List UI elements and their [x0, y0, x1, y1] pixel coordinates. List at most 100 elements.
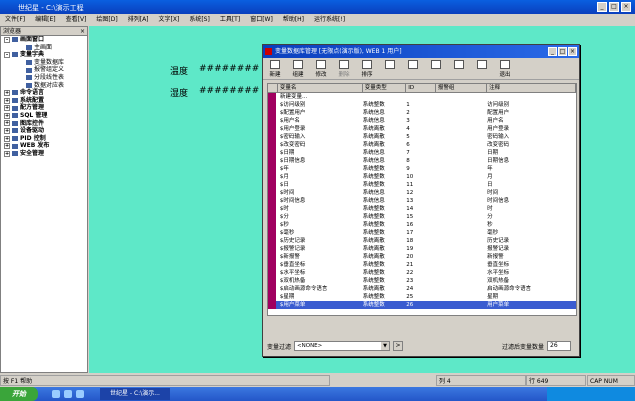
menu-item[interactable]: 绘图[D] [91, 14, 122, 25]
toolbar-button[interactable] [449, 60, 469, 70]
dialog-minimize-button[interactable]: _ [548, 47, 557, 56]
expand-toggle-icon[interactable]: + [4, 89, 10, 96]
expand-toggle-icon[interactable]: - [4, 36, 10, 43]
toolbar-button[interactable] [426, 60, 446, 70]
table-row[interactable]: $日 系统整数 11 日 [268, 181, 576, 189]
menu-item[interactable]: 运行系统[!] [309, 14, 350, 25]
expand-toggle-icon[interactable]: + [4, 105, 10, 112]
toolbar-button[interactable] [472, 60, 492, 70]
toolbar-button[interactable] [403, 60, 423, 70]
column-header[interactable]: 变量名 [278, 84, 363, 92]
expand-toggle-icon[interactable]: + [4, 120, 10, 127]
minimize-button[interactable]: _ [597, 2, 607, 12]
table-row[interactable]: $密码输入 系统离散 5 密码输入 [268, 133, 576, 141]
tree-item[interactable]: + 设备驱动 [1, 127, 87, 135]
maximize-button[interactable]: □ [609, 2, 619, 12]
desktop-icon[interactable] [64, 390, 72, 398]
table-row[interactable]: $时 系统整数 14 时 [268, 205, 576, 213]
column-header[interactable]: 变量类型 [363, 84, 407, 92]
media-icon[interactable] [76, 390, 84, 398]
table-row[interactable]: $时间 系统信息 12 时间 [268, 189, 576, 197]
table-row[interactable]: $用户登录 系统离散 4 用户登录 [268, 125, 576, 133]
expand-toggle-icon[interactable]: + [4, 135, 10, 142]
tree-item[interactable]: + 配方管理 [1, 104, 87, 112]
expand-toggle-icon[interactable]: + [4, 150, 10, 157]
table-row[interactable]: $年 系统整数 9 年 [268, 165, 576, 173]
table-row[interactable]: $分 系统整数 15 分 [268, 213, 576, 221]
tree-item[interactable]: 报警组定义 [1, 66, 87, 74]
tree-item[interactable]: 分段线性表 [1, 74, 87, 82]
table-row[interactable]: $启动画源命令语言 系统离散 24 启动画源命令语言 [268, 285, 576, 293]
menu-item[interactable]: 文字[X] [154, 14, 185, 25]
chevron-down-icon[interactable]: ▼ [381, 342, 390, 350]
expand-toggle-icon[interactable]: + [4, 143, 10, 150]
menu-item[interactable]: 窗口[W] [245, 14, 278, 25]
column-header[interactable]: 注释 [487, 84, 576, 92]
tree-item[interactable]: 数据对应表 [1, 82, 87, 90]
toolbar-button[interactable]: 新建 [265, 60, 285, 78]
tree-item[interactable]: - 画面窗口 [1, 36, 87, 44]
tree-item[interactable]: - 变量字典 [1, 51, 87, 59]
table-row[interactable]: $用户菜单 系统整数 26 用户菜单 [268, 301, 576, 309]
toolbar-button[interactable]: 排序 [357, 60, 377, 78]
filter-apply-button[interactable]: > [393, 341, 404, 351]
menu-item[interactable]: 帮助[H] [278, 14, 309, 25]
table-row[interactable]: $秒 系统整数 16 秒 [268, 221, 576, 229]
toolbar-button[interactable]: 组建 [288, 60, 308, 78]
table-row[interactable]: $双机热备 系统整数 23 双机热备 [268, 277, 576, 285]
expand-toggle-icon[interactable]: + [4, 127, 10, 134]
menu-item[interactable]: 工具[T] [215, 14, 245, 25]
table-row[interactable]: $改变密码 系统离散 6 改变密码 [268, 141, 576, 149]
taskbar-app-button[interactable]: 世纪星 - C:\演示... [100, 388, 170, 400]
close-button[interactable]: × [621, 2, 631, 12]
table-row[interactable]: $新报警 系统离散 20 新报警 [268, 253, 576, 261]
column-header[interactable]: 报警组 [436, 84, 488, 92]
toolbar-button[interactable]: 删除 [334, 60, 354, 78]
ie-icon[interactable] [52, 390, 60, 398]
window-title: 世纪星 - C:\演示工程 [18, 4, 84, 12]
table-row[interactable]: $月 系统整数 10 月 [268, 173, 576, 181]
menu-item[interactable]: 文件[F] [0, 14, 30, 25]
row-icon [268, 205, 276, 213]
tree-item[interactable]: + 图库控件 [1, 120, 87, 128]
toolbar-button[interactable]: 退出 [495, 60, 515, 78]
expand-toggle-icon[interactable]: - [4, 51, 10, 58]
humidity-value[interactable]: ######## [199, 86, 259, 96]
menu-item[interactable]: 排列[A] [123, 14, 154, 25]
start-button[interactable]: 开始 [0, 387, 38, 401]
new-variable-cell[interactable]: 新建变量... [278, 93, 364, 101]
menu-item[interactable]: 编辑[E] [30, 14, 60, 25]
table-row[interactable]: $毫秒 系统整数 17 毫秒 [268, 229, 576, 237]
table-row[interactable]: $访问级别 系统整数 1 访问级别 [268, 101, 576, 109]
table-row[interactable]: $报警记录 系统离散 19 报警记录 [268, 245, 576, 253]
table-row[interactable]: $配置用户 系统信息 2 配置用户 [268, 109, 576, 117]
tree-item[interactable]: + 安全管理 [1, 150, 87, 158]
table-cell: 12 [406, 190, 414, 196]
toolbar-button[interactable]: 修改 [311, 60, 331, 78]
table-row[interactable]: $水平坐标 系统整数 22 水平坐标 [268, 269, 576, 277]
table-row[interactable]: $星期 系统整数 25 星期 [268, 293, 576, 301]
dialog-close-button[interactable]: × [568, 47, 577, 56]
table-row[interactable]: $历史记录 系统离散 18 历史记录 [268, 237, 576, 245]
tree-item[interactable]: + WEB 发布 [1, 142, 87, 150]
tree-item[interactable]: 主画面 [1, 44, 87, 52]
table-row[interactable]: $日期信息 系统信息 8 日期信息 [268, 157, 576, 165]
table-row[interactable]: $用户名 系统信息 3 用户名 [268, 117, 576, 125]
filter-select[interactable]: <NONE> ▼ [294, 341, 391, 351]
expand-toggle-icon[interactable]: + [4, 97, 10, 104]
expand-toggle-icon[interactable]: + [4, 112, 10, 119]
menu-item[interactable]: 查看[V] [61, 14, 92, 25]
menu-item[interactable]: 系统[S] [184, 14, 215, 25]
dialog-maximize-button[interactable]: □ [558, 47, 567, 56]
tree-item[interactable]: + SQL 管理 [1, 112, 87, 120]
temperature-value[interactable]: ######## [199, 64, 259, 74]
tree-item[interactable]: + 命令语言 [1, 89, 87, 97]
new-variable-row[interactable]: 新建变量... [268, 93, 576, 101]
toolbar-button[interactable] [380, 60, 400, 70]
table-row[interactable]: $时间信息 系统信息 13 时间信息 [268, 197, 576, 205]
sidebar-close-button[interactable]: × [80, 27, 85, 36]
table-row[interactable]: $垂直坐标 系统整数 21 垂直坐标 [268, 261, 576, 269]
tree-item[interactable]: + 系统配置 [1, 97, 87, 105]
column-header[interactable]: ID [406, 84, 436, 92]
table-row[interactable]: $日期 系统信息 7 日期 [268, 149, 576, 157]
